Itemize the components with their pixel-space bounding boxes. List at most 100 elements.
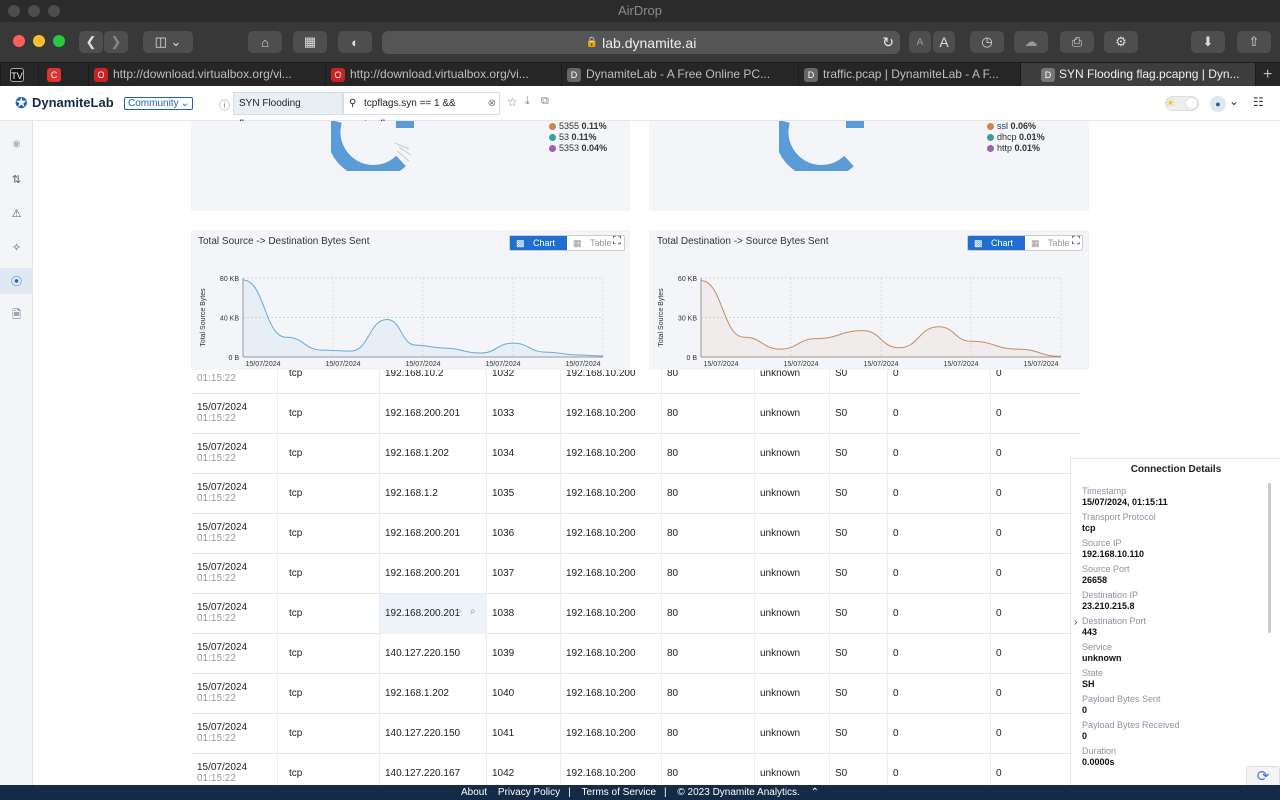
- close-window-dot[interactable]: [8, 5, 20, 17]
- close-button[interactable]: [13, 35, 25, 47]
- sidebar-item-reports[interactable]: 🗎: [0, 302, 33, 328]
- sidebar-toggle-button[interactable]: ◫ ⌄: [143, 31, 193, 53]
- tab-dynamitelab[interactable]: D DynamiteLab - A Free Online PC...: [561, 63, 783, 87]
- downloads-button[interactable]: ⬇: [1191, 31, 1225, 53]
- tab-pinned-c[interactable]: C: [38, 63, 72, 87]
- column-divider: [560, 394, 561, 434]
- reload-icon[interactable]: ↻: [882, 34, 894, 51]
- minimize-window-dot[interactable]: [28, 5, 40, 17]
- font-larger-button[interactable]: A: [933, 31, 955, 53]
- tab-pinned-tv[interactable]: TV: [0, 63, 38, 87]
- column-divider: [887, 554, 888, 594]
- home-button[interactable]: ⌂: [248, 31, 282, 53]
- fullscreen-icon[interactable]: ⛶: [1072, 235, 1080, 248]
- zoom-in-icon[interactable]: ⌕: [456, 606, 462, 617]
- star-icon[interactable]: ☆: [507, 95, 518, 109]
- chevron-up-icon[interactable]: ⌃: [811, 787, 819, 798]
- terms-link[interactable]: Terms of Service: [582, 787, 656, 798]
- detail-value: tcp: [1082, 523, 1096, 533]
- src-cell[interactable]: 140.127.220.150: [385, 728, 460, 739]
- src-cell[interactable]: 192.168.10.2: [385, 370, 443, 379]
- details-scrollbar[interactable]: [1268, 483, 1271, 633]
- address-bar[interactable]: 🔒 lab.dynamite.ai ↻: [382, 31, 900, 54]
- src-cell[interactable]: 192.168.1.202: [385, 688, 449, 699]
- about-link[interactable]: About: [461, 787, 487, 798]
- table-row[interactable]: 15/07/2024 01:15:22 tcp 192.168.1.202 1040 19…: [191, 674, 1080, 714]
- apps-grid-icon[interactable]: ☷: [1253, 95, 1264, 109]
- maximize-button[interactable]: [53, 35, 65, 47]
- column-divider: [661, 754, 662, 785]
- edition-dropdown[interactable]: Community ⌄: [124, 97, 193, 110]
- copy-icon[interactable]: ⧉: [541, 95, 549, 108]
- grid-button[interactable]: ▦: [293, 31, 327, 53]
- privacy-link[interactable]: Privacy Policy: [498, 787, 560, 798]
- chart-toggle-button[interactable]: ▩ Chart: [510, 236, 568, 250]
- src-cell[interactable]: 192.168.200.201: [385, 608, 460, 619]
- table-row[interactable]: 15/07/2024 01:15:22 tcp 192.168.1.202 1034 19…: [191, 434, 1080, 474]
- src-cell[interactable]: 192.168.1.202: [385, 448, 449, 459]
- history-button[interactable]: ◷: [970, 31, 1004, 53]
- src-cell[interactable]: 192.168.200.201: [385, 408, 460, 419]
- dst-cell: 192.168.10.200: [566, 528, 636, 539]
- filter-input[interactable]: ⚲ tcpflags.syn == 1 && tcp.flags.a ⊗: [343, 92, 500, 130]
- column-divider: [887, 754, 888, 785]
- shield-icon: ◐: [351, 34, 359, 50]
- theme-toggle[interactable]: ☀: [1165, 96, 1199, 111]
- sidebar-item-network-graph[interactable]: ⚛: [0, 131, 33, 157]
- table-row[interactable]: 15/07/202401:15:22 tcp 192.168.10.2 1032 192…: [191, 370, 1080, 394]
- detail-label: Payload Bytes Sent: [1082, 694, 1161, 704]
- fullscreen-icon[interactable]: ⛶: [613, 235, 621, 248]
- home-icon: ⌂: [261, 34, 269, 50]
- sidebar-item-alerts[interactable]: ⚠: [0, 200, 33, 226]
- zoom-window-dot[interactable]: [48, 5, 60, 17]
- forward-button[interactable]: ❯: [104, 31, 128, 53]
- clear-icon[interactable]: ⊗: [488, 93, 496, 114]
- legend-item: 5355 0.11%: [549, 121, 607, 132]
- table-row[interactable]: 15/07/2024 01:15:22 tcp 192.168.200.201 1036…: [191, 514, 1080, 554]
- chevron-right-icon[interactable]: ›: [1074, 617, 1077, 628]
- state-cell: S0: [835, 370, 848, 379]
- table-row[interactable]: 15/07/2024 01:15:22 tcp 192.168.200.201 1033…: [191, 394, 1080, 434]
- tab-syn-flooding[interactable]: D SYN Flooding flag.pcapng | Dyn...: [1020, 63, 1255, 87]
- column-divider: [379, 474, 380, 514]
- table-row[interactable]: 15/07/2024 01:15:22 tcp 140.127.220.150 1041…: [191, 714, 1080, 754]
- table-row[interactable]: 15/07/2024 01:15:22 tcp 192.168.200.201 1038…: [191, 594, 1080, 634]
- chart-toggle-button[interactable]: ▩ Chart: [968, 236, 1026, 250]
- sent-cell: 0: [893, 408, 899, 419]
- timestamp-date: 15/07/2024: [197, 402, 248, 413]
- zoom-out-icon[interactable]: ⌕: [470, 606, 476, 617]
- minimize-button[interactable]: [33, 35, 45, 47]
- table-row[interactable]: 15/07/2024 01:15:22 tcp 192.168.1.2 1035 192.…: [191, 474, 1080, 514]
- icloud-button[interactable]: ☁: [1014, 31, 1048, 53]
- share-button[interactable]: ⇧: [1237, 31, 1271, 53]
- font-smaller-button[interactable]: A: [909, 31, 931, 53]
- src-cell[interactable]: 192.168.200.201: [385, 568, 460, 579]
- legend-label: http: [997, 143, 1013, 153]
- user-avatar[interactable]: ●: [1210, 96, 1226, 112]
- table-row[interactable]: 15/07/2024 01:15:22 tcp 192.168.200.201 1037…: [191, 554, 1080, 594]
- sidebar-item-connections[interactable]: ⦿: [0, 268, 33, 294]
- shield-button[interactable]: ◐: [338, 31, 372, 53]
- tab-virtualbox-1[interactable]: Ohttp://download.virtualbox.org/vi...: [88, 63, 325, 87]
- info-icon[interactable]: ⓘ: [219, 97, 230, 113]
- app-logo[interactable]: DynamiteLab: [32, 95, 114, 110]
- tab-traffic-pcap[interactable]: Dtraffic.pcap | DynamiteLab - A F...: [798, 63, 1020, 87]
- chevron-down-icon[interactable]: ⌄: [1229, 94, 1239, 108]
- src-cell[interactable]: 140.127.220.167: [385, 768, 460, 779]
- src-cell[interactable]: 140.127.220.150: [385, 648, 460, 659]
- src-cell[interactable]: 192.168.1.2: [385, 488, 438, 499]
- new-tab-button[interactable]: +: [1255, 63, 1280, 87]
- back-button[interactable]: ❮: [79, 31, 103, 53]
- column-divider: [379, 554, 380, 594]
- table-row[interactable]: 15/07/2024 01:15:22 tcp 140.127.220.167 1042…: [191, 754, 1080, 785]
- sidebar-item-flows[interactable]: ⇅: [0, 166, 33, 192]
- src-cell[interactable]: 192.168.200.201: [385, 528, 460, 539]
- tab-virtualbox-2[interactable]: Ohttp://download.virtualbox.org/vi...: [325, 63, 547, 87]
- settings-button[interactable]: ⚙: [1104, 31, 1138, 53]
- download-icon[interactable]: ⤓: [525, 95, 530, 108]
- table-row[interactable]: 15/07/2024 01:15:22 tcp 140.127.220.150 1039…: [191, 634, 1080, 674]
- file-name-chip[interactable]: SYN Flooding flag.pcapng: [233, 92, 343, 130]
- sidebar-item-topology[interactable]: ✧: [0, 234, 33, 260]
- print-button[interactable]: ⎙: [1060, 31, 1094, 53]
- timestamp-time: 01:15:22: [197, 413, 236, 424]
